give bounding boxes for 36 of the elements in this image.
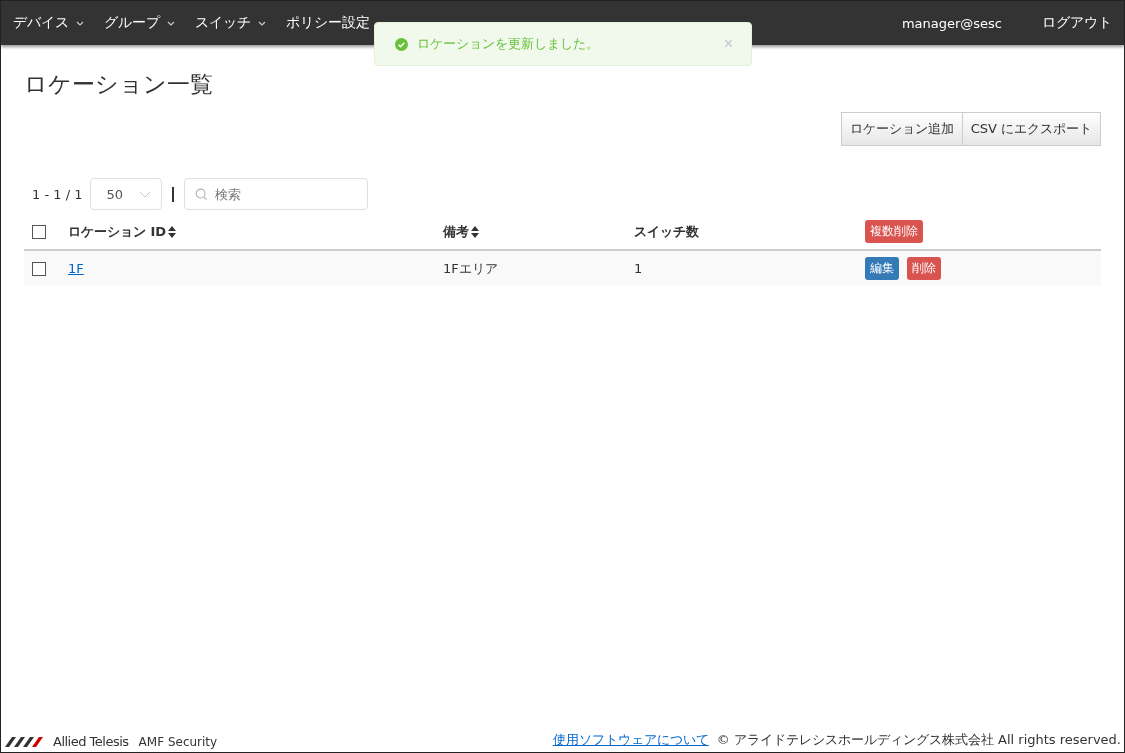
table-cell: 1 [634,261,643,276]
location-link[interactable]: 1F [68,261,84,276]
software-info-link[interactable]: 使用ソフトウェアについて [552,731,709,749]
toast-message: ロケーションを更新しました。 [417,35,600,53]
nav-menu-item[interactable]: ポリシー設定 [286,14,370,32]
delete-button[interactable]: 削除 [907,257,941,280]
table-cell: 1Fエリア [443,260,498,276]
action-button[interactable]: CSV にエクスポート [962,112,1101,146]
user-name: manager@sesc [901,15,1002,31]
nav-menu-item[interactable]: スイッチ [195,14,266,32]
caret-icon [76,20,84,26]
column-header[interactable]: ロケーション ID [68,222,177,241]
page-size-select[interactable]: 50 [90,178,163,210]
page-title: ロケーション一覧 [24,70,213,99]
sort-icon [471,225,479,238]
action-button[interactable]: ロケーション追加 [840,112,963,146]
column-header[interactable]: 備考 [443,222,479,241]
search-icon [195,188,209,201]
sort-icon [168,225,177,238]
logout-link[interactable]: ログアウト [1042,14,1112,32]
nav-menu-item[interactable]: グループ [104,14,175,32]
record-range: 1 - 1 / 1 [32,186,83,202]
brand-name: Allied Telesis [53,734,129,749]
bulk-delete-button[interactable]: 複数削除 [865,220,923,243]
search-field[interactable]: 検索 [184,178,369,210]
nav-menu-item[interactable]: デバイス [13,14,84,32]
row-checkbox[interactable] [32,262,46,277]
chevron-down-icon [139,190,152,198]
edit-button[interactable]: 編集 [865,257,899,280]
column-header[interactable]: スイッチ数 [634,222,699,241]
check-circle-icon [395,37,408,51]
caret-icon [167,20,175,26]
caret-icon [258,20,266,26]
copyright-text: © アライドテレシスホールディングス株式会社 All rights reserved. [716,731,1121,749]
select-all-checkbox[interactable] [32,225,46,240]
product-name: AMF Security [138,734,218,749]
